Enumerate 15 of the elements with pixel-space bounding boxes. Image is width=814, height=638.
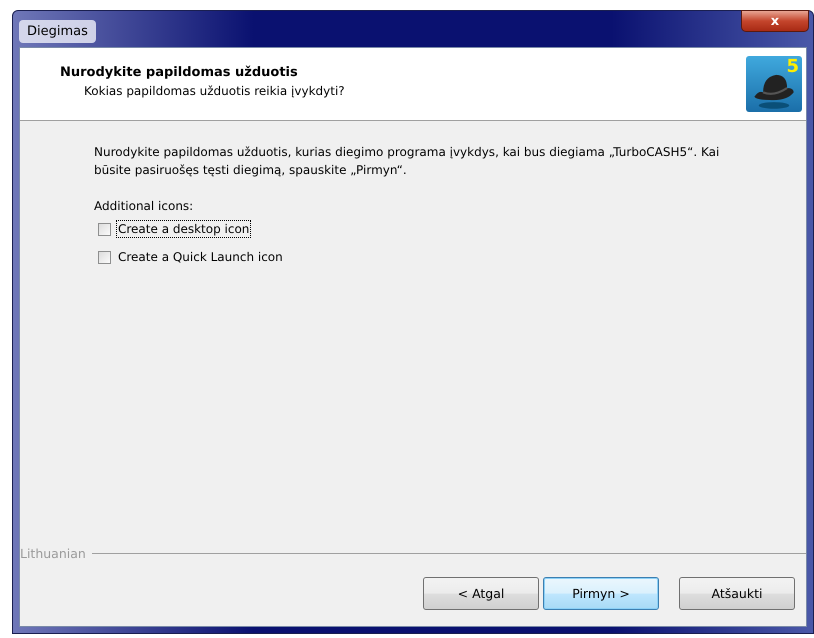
- checkbox-label[interactable]: Create a desktop icon: [117, 221, 250, 237]
- description-text: Nurodykite papildomas užduotis, kurias diegimo programa įvykdys, kai bus diegiama „TurboCASH5“. Kai būsite pasiruošęs tęsti diegimą, spauskite „Pirmyn“.: [94, 144, 720, 179]
- group-label: Additional icons:: [94, 199, 194, 213]
- checkbox[interactable]: [98, 250, 111, 264]
- language-label: Lithuanian: [20, 546, 87, 560]
- checkbox[interactable]: [98, 222, 111, 236]
- dialog-button[interactable]: < Atgal: [423, 577, 539, 610]
- version-number: 5: [786, 56, 799, 77]
- page-title: Nurodykite papildomas užduotis: [60, 64, 299, 80]
- checkbox-label[interactable]: Create a Quick Launch icon: [117, 249, 284, 265]
- page-subtitle: Kokias papildomas užduotis reikia įvykdyti?: [83, 84, 345, 98]
- window-title: Diegimas: [19, 20, 96, 42]
- dialog-button[interactable]: Pirmyn >: [543, 577, 659, 610]
- dialog-button[interactable]: Atšaukti: [679, 577, 795, 610]
- close-button[interactable]: x: [741, 10, 809, 32]
